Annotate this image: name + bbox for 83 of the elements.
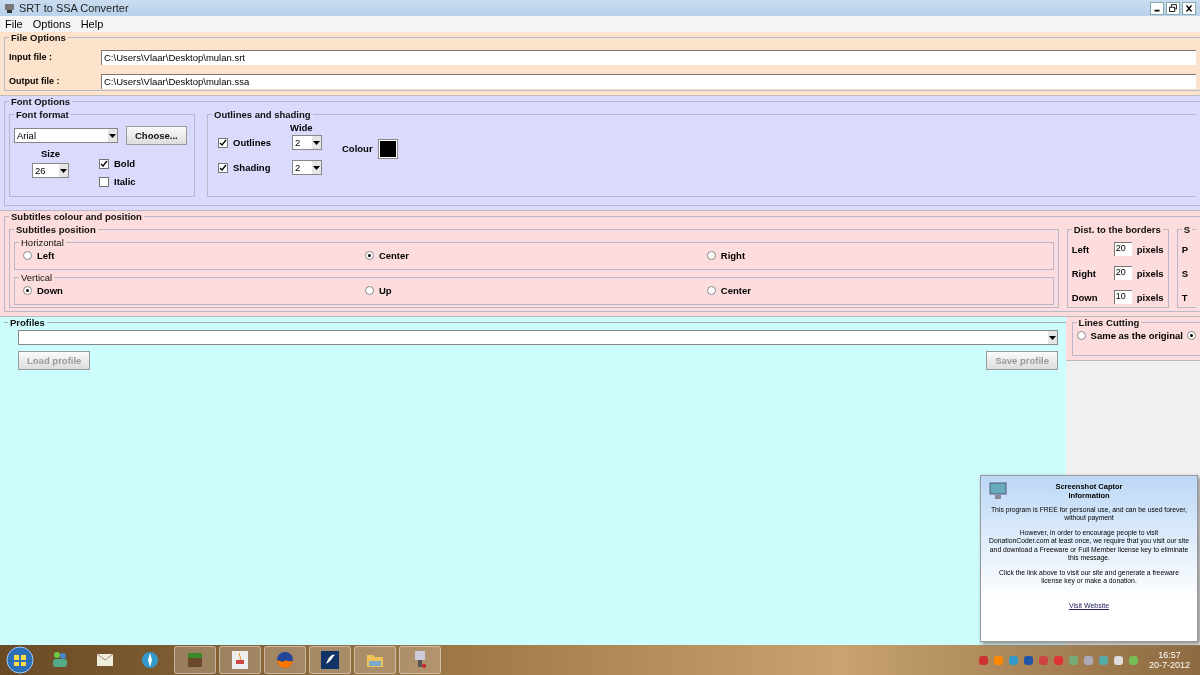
field-label: Input file : bbox=[9, 52, 53, 62]
number-field[interactable]: 20 bbox=[1113, 242, 1132, 256]
field-label: T bbox=[1181, 291, 1188, 303]
radio-button[interactable] bbox=[1187, 331, 1196, 340]
app-icon bbox=[4, 2, 15, 14]
window-title: SRT to SSA Converter bbox=[19, 2, 129, 14]
menu-item[interactable]: File bbox=[5, 18, 23, 30]
cup-icon[interactable] bbox=[229, 649, 251, 671]
width-dropdown[interactable]: 2 bbox=[292, 160, 322, 175]
colour-swatch[interactable] bbox=[378, 139, 397, 158]
number-field[interactable]: 20 bbox=[1113, 266, 1132, 280]
path-field[interactable]: C:\Users\Vlaar\Desktop\mulan.ssa bbox=[101, 73, 1196, 89]
radio-label: Right bbox=[720, 250, 746, 261]
number-field[interactable]: 10 bbox=[1113, 290, 1132, 304]
group-title: Horizontal bbox=[20, 237, 65, 248]
radio-button[interactable] bbox=[23, 286, 32, 295]
group-title: Font format bbox=[15, 109, 70, 120]
group-title: Outlines and shading bbox=[213, 109, 312, 120]
field-label: S bbox=[1181, 267, 1188, 279]
group-title: S bbox=[1182, 224, 1191, 235]
checkbox-label: Shading bbox=[233, 162, 271, 173]
path-field[interactable]: C:\Users\Vlaar\Desktop\mulan.srt bbox=[101, 49, 1196, 65]
group-title: Vertical bbox=[20, 272, 54, 283]
checkbox-label: Bold bbox=[114, 158, 136, 169]
checkbox[interactable] bbox=[218, 137, 228, 148]
field-label: Output file : bbox=[9, 76, 61, 86]
radio-button[interactable] bbox=[364, 251, 374, 260]
group-title: Lines Cutting bbox=[1077, 317, 1141, 328]
monitor-icon bbox=[989, 482, 1007, 500]
close-icon[interactable] bbox=[1182, 1, 1196, 15]
radio-label: Left bbox=[37, 250, 55, 261]
column-label: Wide bbox=[290, 122, 314, 133]
clock[interactable]: 16:57 20-7-2012 bbox=[1142, 650, 1196, 670]
compass-icon[interactable] bbox=[139, 649, 161, 671]
checkbox[interactable] bbox=[218, 162, 228, 173]
field-label: P bbox=[1181, 243, 1188, 255]
taskbar-button[interactable] bbox=[174, 646, 216, 674]
radio-label: Up bbox=[378, 285, 392, 296]
width-dropdown[interactable]: 2 bbox=[292, 135, 322, 150]
radio-button[interactable] bbox=[23, 251, 32, 260]
radio-button[interactable] bbox=[706, 251, 716, 260]
radio-label: Center bbox=[720, 285, 751, 296]
taskbar-button[interactable] bbox=[219, 646, 261, 674]
field-label: Down bbox=[1071, 291, 1099, 303]
size-dropdown[interactable]: 26 bbox=[32, 163, 69, 178]
radio-button[interactable] bbox=[1076, 331, 1086, 340]
group-title: Profiles bbox=[9, 317, 46, 328]
field-label: Left bbox=[1071, 243, 1091, 255]
unit-label: pixels bbox=[1136, 291, 1164, 303]
colour-label: Colour bbox=[342, 143, 373, 154]
size-label: Size bbox=[41, 148, 60, 159]
menu-item[interactable]: Options bbox=[32, 18, 71, 30]
radio-label: Down bbox=[37, 285, 63, 296]
radio-label: Same as the original bbox=[1090, 330, 1183, 341]
field-label: Right bbox=[1071, 267, 1097, 279]
unit-label: pixels bbox=[1136, 243, 1164, 255]
unit-label: pixels bbox=[1136, 267, 1164, 279]
group-title: Subtitles colour and position bbox=[10, 211, 143, 222]
profile-dropdown[interactable] bbox=[18, 330, 1058, 345]
tray-icon[interactable] bbox=[1022, 654, 1034, 666]
checkbox-label: Italic bbox=[114, 176, 136, 187]
radio-button[interactable] bbox=[706, 286, 716, 295]
menu-item[interactable]: Help bbox=[80, 18, 104, 30]
group-title: Subtitles position bbox=[15, 224, 97, 235]
radio-label: Center bbox=[378, 250, 409, 261]
checkbox-label: Outlines bbox=[233, 137, 271, 148]
start-button[interactable] bbox=[4, 646, 36, 674]
checkbox[interactable] bbox=[99, 158, 109, 169]
bird-icon[interactable] bbox=[319, 649, 341, 671]
group-title: File Options bbox=[10, 32, 67, 43]
font-dropdown[interactable]: Arial bbox=[14, 127, 118, 143]
taskbar-button[interactable] bbox=[309, 646, 351, 674]
radio-button[interactable] bbox=[364, 286, 374, 295]
group-title: Font Options bbox=[10, 96, 72, 107]
minimize-icon[interactable] bbox=[1150, 1, 1164, 15]
globe-icon[interactable] bbox=[274, 649, 296, 671]
checkbox[interactable] bbox=[99, 176, 109, 187]
choose-button[interactable]: Choose... bbox=[126, 125, 187, 145]
group-title: Dist. to the borders bbox=[1072, 224, 1162, 235]
taskbar-button[interactable] bbox=[264, 646, 306, 674]
restore-icon[interactable] bbox=[1166, 1, 1180, 15]
tray-icon[interactable] bbox=[1112, 654, 1124, 666]
taskbar-button[interactable] bbox=[399, 646, 441, 674]
